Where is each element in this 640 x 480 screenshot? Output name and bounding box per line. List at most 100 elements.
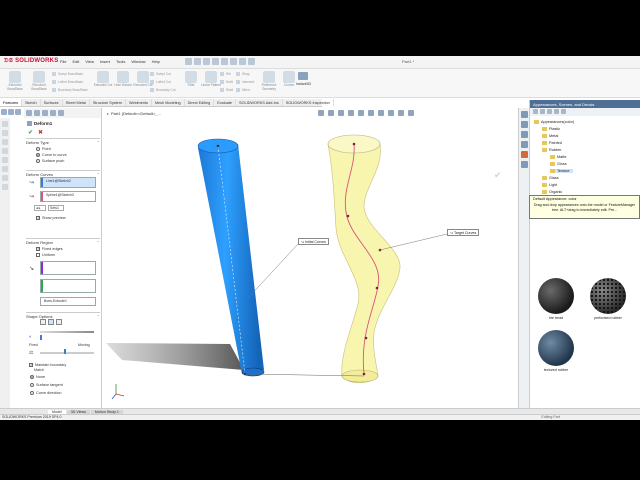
maintain-boundary-checkbox[interactable]: ✓ Maintain boundary — [29, 363, 66, 367]
match-curve-direction[interactable]: Curve direction — [30, 391, 62, 395]
bodies-field[interactable]: Boss-Extrude1 — [40, 297, 96, 306]
shape-accuracy-knob[interactable] — [40, 335, 42, 340]
tree-matte[interactable]: Matte — [550, 155, 567, 159]
featuremanager-tree-icon[interactable] — [1, 109, 7, 115]
tree-gloss[interactable]: Gloss — [550, 162, 567, 166]
refresh-icon[interactable] — [561, 109, 566, 114]
cylinder-body[interactable] — [197, 138, 265, 377]
save-icon[interactable] — [203, 58, 210, 65]
property-icon[interactable] — [34, 110, 40, 116]
design-library-icon[interactable] — [521, 121, 528, 128]
match-none[interactable]: None — [30, 375, 45, 379]
select-icon[interactable] — [230, 58, 237, 65]
tree-appearances[interactable]: Appearances(color) — [534, 120, 574, 124]
set-prev-button[interactable]: ◂ ▸ — [34, 205, 46, 211]
option-point[interactable]: Point — [36, 147, 100, 151]
intersect-button[interactable]: Intersect — [236, 80, 254, 84]
additional-faces-field[interactable] — [40, 279, 96, 293]
front-plane-icon[interactable] — [2, 157, 8, 163]
open-icon[interactable] — [194, 58, 201, 65]
back-icon[interactable] — [533, 109, 538, 114]
menu-edit[interactable]: Edit — [72, 59, 79, 64]
tab-features[interactable]: Features — [0, 99, 22, 106]
tab-solidworks-add-ins[interactable]: SOLIDWORKS Add-Ins — [236, 99, 283, 106]
cancel-button[interactable]: ✖ — [38, 129, 43, 136]
lofted-boss-button[interactable]: Lofted Boss/Base — [52, 80, 83, 84]
weight-knob[interactable] — [64, 349, 66, 354]
initial-curves-callout[interactable]: ↝ Initial Curves — [298, 238, 329, 245]
solidworks-logo[interactable]: 𝔇𝔖 SOLIDWORKS — [4, 58, 58, 65]
swept-boss-button[interactable]: Swept Boss/Base — [52, 72, 83, 76]
tab-3d-views[interactable]: 3D Views — [66, 409, 90, 414]
boundary-boss-button[interactable]: Boundary Boss/Base — [52, 88, 88, 92]
options-icon[interactable] — [248, 58, 255, 65]
config-icon[interactable] — [42, 110, 48, 116]
instant3d-button[interactable]: Instant3D — [296, 72, 311, 86]
tab-motion-study[interactable]: Motion Study 1 — [90, 409, 123, 414]
sensors-icon[interactable] — [2, 130, 8, 136]
ok-button[interactable]: ✔ — [28, 129, 33, 136]
configurationmanager-icon[interactable] — [15, 109, 21, 115]
origin-icon[interactable] — [2, 184, 8, 190]
target-curves-callout[interactable]: ↝ Target Curves — [447, 229, 480, 236]
right-plane-icon[interactable] — [2, 175, 8, 181]
match-surface-tangent[interactable]: Surface tangent — [30, 383, 63, 387]
tab-structure-system[interactable]: Structure System — [90, 99, 126, 106]
mirror-button[interactable]: Mirror — [236, 88, 250, 92]
shell-button[interactable]: Shell — [220, 88, 233, 92]
swatch-tire-tread[interactable]: tire tread — [536, 278, 576, 320]
tab-mesh-modeling[interactable]: Mesh Modeling — [152, 99, 185, 106]
graphics-area[interactable]: Part1 (Default<<Default>_... ✔ — [102, 108, 528, 408]
tree-metal[interactable]: Metal — [542, 134, 558, 138]
deform-region-heading[interactable]: Deform Region — [26, 240, 100, 245]
tree-plastic[interactable]: Plastic — [542, 127, 560, 131]
feature-tree-icon[interactable] — [26, 110, 32, 116]
tree-glass[interactable]: Glass — [542, 176, 559, 180]
appearances-icon[interactable] — [521, 151, 528, 158]
solidworks-resources-icon[interactable] — [521, 111, 528, 118]
swatch-textured-rubber[interactable]: textured rubber — [536, 330, 576, 372]
print-icon[interactable] — [212, 58, 219, 65]
tab-model[interactable]: Model — [48, 409, 66, 414]
rebuild-icon[interactable] — [239, 58, 246, 65]
tab-sheet-metal[interactable]: Sheet Metal — [63, 99, 90, 106]
menu-file[interactable]: File — [60, 59, 66, 64]
fixed-edges-checkbox[interactable]: ✓ Fixed edges — [36, 247, 100, 251]
rib-button[interactable]: Rib — [220, 72, 231, 76]
forward-icon[interactable] — [540, 109, 545, 114]
menu-view[interactable]: View — [85, 59, 94, 64]
file-explorer-icon[interactable] — [521, 131, 528, 138]
target-curves-field[interactable]: Spline1@Sketch3 — [40, 191, 96, 202]
menu-insert[interactable]: Insert — [100, 59, 110, 64]
show-preview-checkbox[interactable]: ✓ Show preview — [36, 216, 66, 220]
swatch-perforated-rubber[interactable]: perforated rubber — [588, 278, 628, 320]
view-palette-icon[interactable] — [521, 141, 528, 148]
menu-window[interactable]: Window — [131, 59, 145, 64]
stiffness-min-button[interactable] — [40, 319, 46, 325]
tab-solidworks-inspection[interactable]: SOLIDWORKS Inspection — [283, 99, 334, 106]
tab-weldments[interactable]: Weldments — [126, 99, 152, 106]
tab-surfaces[interactable]: Surfaces — [41, 99, 63, 106]
tab-direct-editing[interactable]: Direct Editing — [185, 99, 215, 106]
tree-texture[interactable]: Texture — [550, 169, 574, 173]
tree-rubber[interactable]: Rubber — [542, 148, 561, 152]
material-icon[interactable] — [2, 148, 8, 154]
tab-sketch[interactable]: Sketch — [22, 99, 41, 106]
option-curve-to-curve[interactable]: Curve to curve — [36, 153, 100, 157]
boundary-cut-button[interactable]: Boundary Cut — [150, 88, 176, 92]
display-icon[interactable] — [58, 110, 64, 116]
custom-properties-icon[interactable] — [521, 161, 528, 168]
shape-options-heading[interactable]: Shape Options — [26, 314, 100, 319]
add-folder-icon[interactable] — [554, 109, 559, 114]
uniform-checkbox[interactable]: Uniform — [36, 253, 100, 257]
shape-accuracy-slider[interactable] — [40, 331, 94, 333]
top-plane-icon[interactable] — [2, 166, 8, 172]
tree-painted[interactable]: Painted — [542, 141, 562, 145]
sets-spinbox[interactable]: Sets1 — [48, 205, 64, 211]
weight-slider[interactable] — [40, 352, 94, 354]
revolved-boss-button[interactable]: Revolved Boss/Base — [26, 71, 52, 91]
new-icon[interactable] — [185, 58, 192, 65]
annotations-icon[interactable] — [2, 139, 8, 145]
swept-cut-button[interactable]: Swept Cut — [150, 72, 171, 76]
draft-button[interactable]: Draft — [220, 80, 233, 84]
